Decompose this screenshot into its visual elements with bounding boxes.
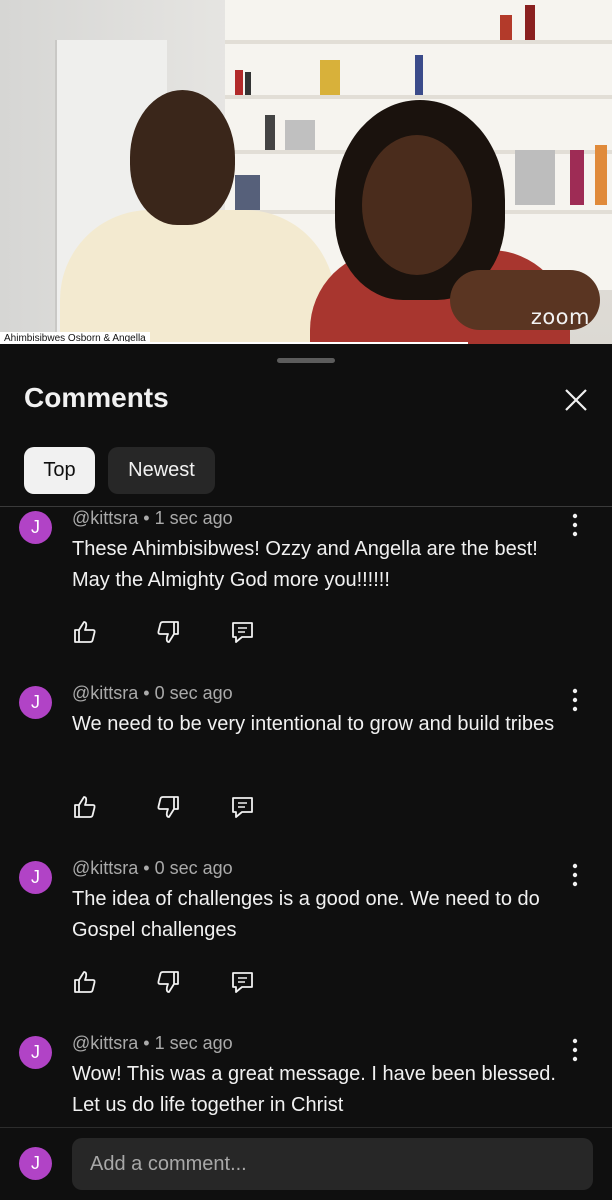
like-icon[interactable] (72, 794, 98, 820)
video-person-left (60, 90, 335, 344)
comment-meta: @kittsra • 0 sec ago (72, 858, 233, 878)
comment-list[interactable]: J @kittsra • 1 sec ago These Ahimbisibwe… (0, 507, 612, 1127)
reply-icon[interactable] (230, 969, 256, 995)
add-comment-input[interactable]: Add a comment... (72, 1138, 593, 1190)
tab-newest[interactable]: Newest (108, 447, 215, 494)
dislike-icon[interactable] (155, 794, 181, 820)
drag-handle[interactable] (277, 358, 335, 363)
comment-meta: @kittsra • 1 sec ago (72, 1033, 233, 1053)
comments-panel: Comments Top Newest J @kittsra • 1 sec a… (0, 344, 612, 1200)
video-player[interactable]: zoom Ahimbisibwes Osborn & Angella (0, 0, 612, 344)
comment-text: We need to be very intentional to grow a… (72, 713, 555, 735)
comment-text: Wow! This was a great message. I have be… (72, 1063, 556, 1116)
reply-icon[interactable] (230, 794, 256, 820)
avatar[interactable]: J (19, 686, 52, 719)
composer-divider (0, 1127, 612, 1128)
like-icon[interactable] (72, 619, 98, 645)
more-options-icon[interactable] (565, 687, 585, 713)
comment-meta: @kittsra • 0 sec ago (72, 683, 233, 703)
more-options-icon[interactable] (565, 862, 585, 888)
comment-item: J @kittsra • 1 sec ago Wow! This was a g… (0, 1017, 612, 1127)
dislike-icon[interactable] (155, 969, 181, 995)
like-icon[interactable] (72, 969, 98, 995)
avatar[interactable]: J (19, 511, 52, 544)
avatar[interactable]: J (19, 1036, 52, 1069)
reply-icon[interactable] (230, 619, 256, 645)
more-options-icon[interactable] (565, 1037, 585, 1063)
avatar: J (19, 1147, 52, 1180)
zoom-watermark: zoom (530, 305, 590, 329)
more-options-icon[interactable] (565, 512, 585, 538)
comment-text: These Ahimbisibwes! Ozzy and Angella are… (72, 538, 538, 591)
comment-item: J @kittsra • 0 sec ago We need to be ver… (0, 667, 612, 842)
avatar[interactable]: J (19, 861, 52, 894)
comment-item: J @kittsra • 0 sec ago The idea of chall… (0, 842, 612, 1017)
close-icon[interactable] (562, 386, 590, 414)
panel-title: Comments (24, 382, 169, 413)
tab-top[interactable]: Top (24, 447, 95, 494)
comment-item: J @kittsra • 1 sec ago These Ahimbisibwe… (0, 507, 612, 667)
comment-meta: @kittsra • 1 sec ago (72, 508, 233, 528)
dislike-icon[interactable] (155, 619, 181, 645)
comment-text: The idea of challenges is a good one. We… (72, 888, 540, 941)
